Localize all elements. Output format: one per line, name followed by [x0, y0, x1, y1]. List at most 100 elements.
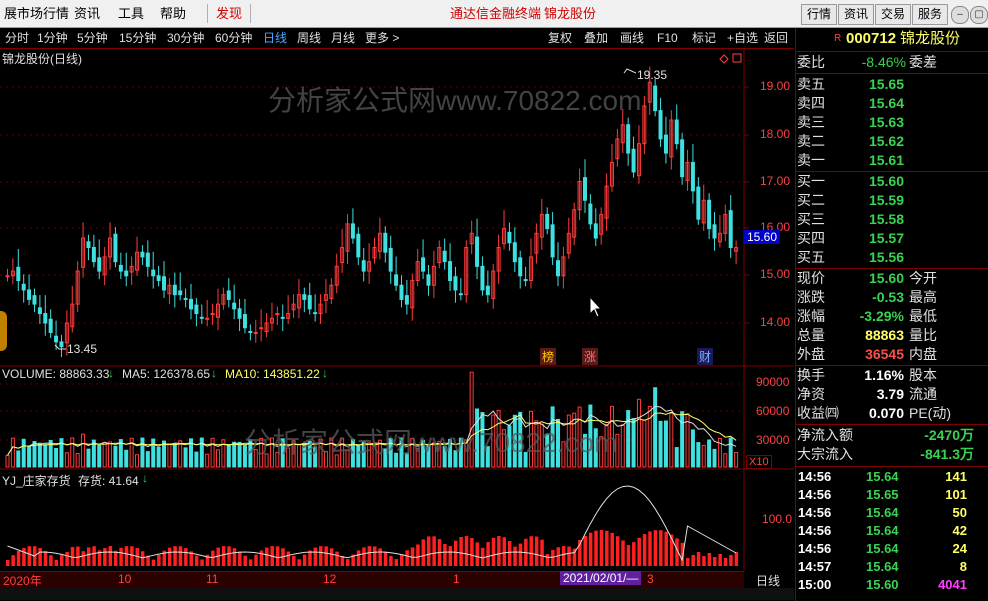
service-button[interactable]: 服务 [912, 4, 948, 25]
date-tick: 11 [206, 572, 219, 586]
buy-order-price: 15.60 [868, 173, 904, 189]
stat-label-2: 最高 [909, 289, 937, 305]
indicator-bar [54, 559, 59, 566]
indicator-bar [480, 547, 485, 566]
scrollbar[interactable] [0, 588, 794, 600]
restore-icon[interactable]: ▢ [970, 6, 988, 24]
candle-body [707, 199, 712, 230]
candle-body [404, 295, 409, 305]
candle-body [302, 294, 307, 300]
volume-bar [5, 454, 10, 468]
quote-button[interactable]: 行情 [801, 4, 837, 25]
kline-chart-area[interactable]: 锦龙股份(日线) 分析家公式网www.70822.com 分析家公式网www.7… [0, 49, 794, 589]
indicator-bar [265, 547, 269, 566]
indicator-bar [319, 546, 323, 566]
indicator-bar [286, 551, 291, 566]
candle-body [226, 290, 231, 300]
indicator-bar [648, 531, 652, 566]
volume-bar [54, 447, 59, 468]
indicator-bar [378, 548, 382, 566]
stat-value: 36545 [865, 346, 904, 362]
buy-order-row: 买四 15.57 [796, 229, 988, 248]
tick-volume: 8 [959, 559, 967, 574]
event-marker-list[interactable]: 榜 [540, 348, 557, 365]
stat-label: 净资 [797, 386, 825, 402]
indicator-bar [399, 554, 404, 566]
high-pointer [623, 68, 637, 74]
period-intraday[interactable]: 分时 [5, 28, 29, 48]
mark-button[interactable]: 标记 [692, 28, 716, 48]
menu-tools[interactable]: 工具 [114, 0, 148, 27]
overlay-button[interactable]: 叠加 [584, 28, 608, 48]
period-1min[interactable]: 1分钟 [37, 28, 68, 48]
tick-volume: 141 [945, 469, 967, 484]
restore-rights-button[interactable]: 复权 [548, 28, 572, 48]
period-60min[interactable]: 60分钟 [215, 28, 252, 48]
indicator-bar [664, 531, 668, 566]
draw-line-button[interactable]: 画线 [620, 28, 644, 48]
period-monthly[interactable]: 月线 [331, 28, 355, 48]
menu-separator [250, 4, 251, 23]
period-weekly[interactable]: 周线 [297, 28, 321, 48]
stat-label: 现价 [797, 270, 825, 286]
minimize-icon[interactable]: – [951, 6, 969, 24]
weibi-value: -8.46% [861, 54, 906, 70]
menu-help[interactable]: 帮助 [156, 0, 190, 27]
candle-body [556, 260, 560, 277]
volume-bar [712, 448, 717, 468]
period-daily[interactable]: 日线 [263, 28, 287, 48]
indicator-bar [167, 547, 172, 566]
buy-order-row: 买二 15.59 [796, 191, 988, 210]
indicator-bar [615, 536, 620, 566]
stat-row: 外盘 36545 内盘 [796, 345, 988, 364]
menu-news[interactable]: 资讯 [70, 0, 104, 27]
menu-market[interactable]: 展市场行情 [0, 0, 73, 27]
indicator-bar [567, 546, 571, 566]
volume-bar [167, 443, 172, 468]
period-label: 日线 [756, 574, 781, 588]
trade-button[interactable]: 交易 [875, 4, 911, 25]
event-marker-limit[interactable]: 涨 [582, 348, 599, 365]
tick-time: 14:56 [798, 469, 832, 484]
news-button[interactable]: 资讯 [838, 4, 874, 25]
indicator-bar [680, 542, 685, 566]
volume-bar [696, 442, 701, 468]
low-price-label: 13.45 [67, 342, 98, 356]
indicator-bar [599, 530, 604, 566]
expand-panel-handle[interactable] [0, 311, 7, 351]
indicator-bar [243, 555, 247, 566]
volume-bar [21, 438, 26, 468]
indicator-bar [540, 539, 544, 566]
period-more[interactable]: 更多 > [365, 28, 399, 48]
current-price-tag: 15.60 [744, 230, 781, 244]
indicator-bar [184, 548, 188, 566]
volume-bar [183, 447, 188, 468]
f10-button[interactable]: F10 [657, 28, 678, 48]
sell-order-label: 卖五 [797, 76, 825, 92]
stat-label-2: 股本 [909, 367, 937, 383]
stat-value: 3.79 [876, 386, 904, 402]
menu-discover[interactable]: 发现 [212, 0, 246, 27]
tick-price: 15.64 [866, 469, 899, 484]
stat-row: 收益㈣ 0.070 PE(动) [796, 404, 988, 423]
indicator-bar [642, 534, 647, 566]
indicator-bar [448, 546, 453, 566]
period-30min[interactable]: 30分钟 [167, 28, 204, 48]
candle-body [696, 186, 701, 220]
period-5min[interactable]: 5分钟 [77, 28, 108, 48]
volume-bar [10, 437, 15, 468]
period-15min[interactable]: 15分钟 [119, 28, 156, 48]
tick-volume: 4041 [938, 577, 967, 592]
volume-bar [86, 448, 91, 468]
candle-body [156, 275, 161, 282]
add-watchlist-button[interactable]: +自选 [727, 28, 758, 48]
candle-body [194, 304, 199, 315]
back-button[interactable]: 返回 [764, 28, 788, 48]
volume-bar [620, 424, 625, 468]
volume-bar [124, 449, 129, 468]
candle-body [626, 124, 631, 154]
event-marker-finance[interactable]: 财 [697, 348, 714, 365]
divider [796, 424, 988, 425]
candle-body [210, 313, 215, 316]
flow-value: -841.3万 [920, 446, 974, 462]
